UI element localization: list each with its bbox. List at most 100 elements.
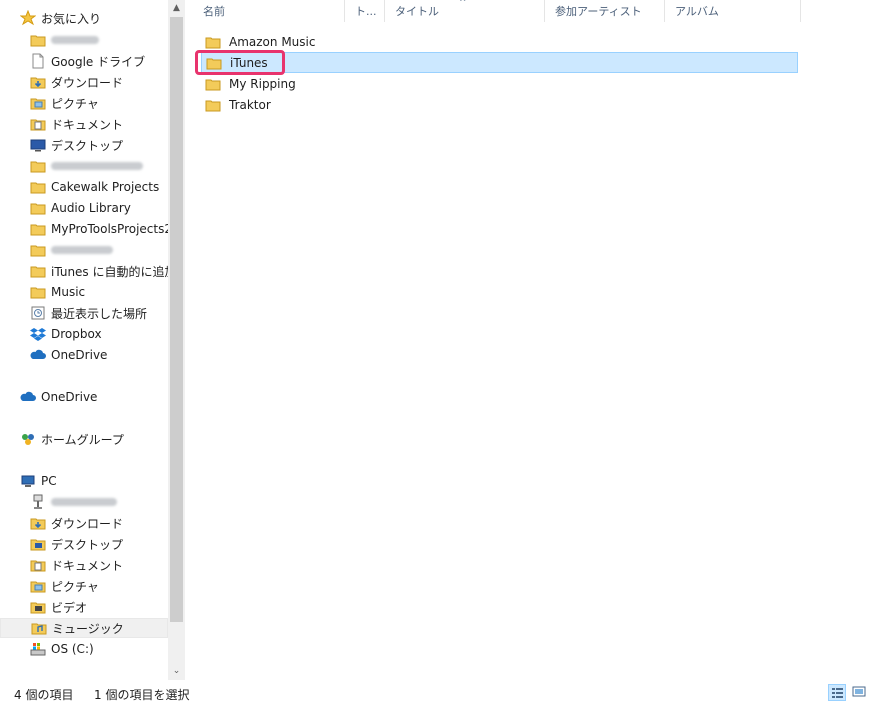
nav-item[interactable]: Google ドライブ <box>0 51 168 71</box>
nav-item[interactable]: ホームグループ <box>0 429 168 449</box>
folder-icon <box>30 32 46 48</box>
column-header[interactable]: アルバム <box>665 0 801 22</box>
item-count-text: 4 個の項目 <box>14 688 74 702</box>
scroll-up-arrow-icon[interactable]: ▲ <box>168 0 185 17</box>
folder-icon <box>30 179 46 195</box>
details-view-button[interactable] <box>828 684 846 701</box>
nav-item[interactable] <box>0 156 168 176</box>
network-pc-icon <box>30 494 46 510</box>
nav-item[interactable]: ピクチャ <box>0 93 168 113</box>
redacted-label <box>51 246 113 254</box>
nav-item-label: ダウンロード <box>51 75 124 90</box>
nav-item-label: ミュージック <box>52 621 124 636</box>
scroll-down-arrow-icon[interactable]: ⌄ <box>168 663 185 680</box>
folder-icon <box>30 221 46 237</box>
column-header[interactable]: ト... <box>345 0 385 22</box>
nav-item-label: 最近表示した場所 <box>51 306 148 321</box>
nav-item[interactable] <box>0 240 168 260</box>
nav-item[interactable]: PC <box>0 471 168 491</box>
nav-item-label: OS (C:) <box>51 642 94 656</box>
pictures-folder-icon <box>30 95 46 111</box>
nav-item[interactable]: iTunes に自動的に追加 <box>0 261 168 281</box>
nav-item-label: iTunes に自動的に追加 <box>51 264 168 279</box>
nav-item-label: お気に入り <box>41 11 102 26</box>
folder-icon <box>205 34 221 50</box>
column-header[interactable]: 参加アーティスト <box>545 0 665 22</box>
nav-item[interactable]: Dropbox <box>0 324 168 344</box>
details-view-icon <box>832 688 843 698</box>
nav-item-label: ビデオ <box>51 600 88 615</box>
file-name: My Ripping <box>229 76 296 91</box>
nav-item[interactable]: OneDrive <box>0 345 168 365</box>
status-bar: 4 個の項目 1 個の項目を選択 <box>0 682 875 704</box>
file-row[interactable]: My Ripping <box>201 73 798 94</box>
nav-item-label: ドキュメント <box>51 117 124 132</box>
pc-icon <box>20 473 36 489</box>
music-folder-icon <box>31 620 47 636</box>
large-icons-view-button[interactable] <box>851 684 869 701</box>
file-row[interactable]: Amazon Music <box>201 31 798 52</box>
downloads-folder-icon <box>30 515 46 531</box>
desktop-folder-icon <box>30 536 46 552</box>
nav-item[interactable]: ミュージック <box>0 618 168 638</box>
navigation-pane: お気に入り Google ドライブ ダウンロード ピクチャ ドキュメント デスクトップ Ca… <box>0 0 168 680</box>
nav-item-label: ピクチャ <box>51 96 99 111</box>
folder-icon <box>30 284 46 300</box>
nav-item[interactable]: お気に入り <box>0 8 168 28</box>
documents-folder-icon <box>30 557 46 573</box>
nav-item[interactable]: ビデオ <box>0 597 168 617</box>
nav-item[interactable]: ダウンロード <box>0 513 168 533</box>
column-header[interactable]: 名前 <box>193 0 345 22</box>
drive-icon <box>30 641 46 657</box>
nav-item[interactable]: ドキュメント <box>0 555 168 575</box>
homegroup-icon <box>20 431 36 447</box>
nav-item-label: ドキュメント <box>51 558 124 573</box>
videos-folder-icon <box>30 599 46 615</box>
nav-item[interactable]: デスクトップ <box>0 534 168 554</box>
nav-item-label: Music <box>51 285 86 299</box>
desktop-icon <box>30 137 46 153</box>
nav-item[interactable] <box>0 30 168 50</box>
nav-item-label: ホームグループ <box>41 432 124 447</box>
recent-places-icon <box>30 305 46 321</box>
nav-item[interactable]: ダウンロード <box>0 72 168 92</box>
redacted-label <box>51 498 117 506</box>
nav-item-label: Dropbox <box>51 327 102 341</box>
nav-item[interactable]: Audio Library <box>0 198 168 218</box>
folder-icon <box>30 200 46 216</box>
nav-item-label: デスクトップ <box>51 138 124 153</box>
nav-item[interactable]: ピクチャ <box>0 576 168 596</box>
selection-count-text: 1 個の項目を選択 <box>94 688 190 702</box>
nav-item[interactable]: Cakewalk Projects <box>0 177 168 197</box>
navigation-scrollbar[interactable]: ▲ ⌄ <box>168 0 185 680</box>
itunes-highlight-annotation <box>195 50 285 75</box>
dropbox-icon <box>30 326 46 342</box>
file-row[interactable]: iTunes <box>201 52 798 73</box>
nav-item[interactable]: デスクトップ <box>0 135 168 155</box>
nav-item-label: Google ドライブ <box>51 54 146 69</box>
nav-item[interactable]: Music <box>0 282 168 302</box>
nav-item[interactable]: OS (C:) <box>0 639 168 659</box>
nav-item[interactable]: OneDrive <box>0 387 168 407</box>
nav-item-label: MyProToolsProjects2 <box>51 222 168 236</box>
redacted-label <box>51 162 143 170</box>
nav-item-label: OneDrive <box>51 348 108 362</box>
nav-item-label: ダウンロード <box>51 516 124 531</box>
nav-item[interactable]: 最近表示した場所 <box>0 303 168 323</box>
folder-icon <box>30 242 46 258</box>
onedrive-icon <box>30 347 46 363</box>
nav-item[interactable]: ドキュメント <box>0 114 168 134</box>
scrollbar-thumb[interactable] <box>170 17 183 622</box>
column-header[interactable]: タイトル <box>385 0 545 22</box>
document-icon <box>30 53 46 69</box>
folder-icon <box>205 97 221 113</box>
nav-item[interactable]: MyProToolsProjects2 <box>0 219 168 239</box>
file-name: Amazon Music <box>229 34 316 49</box>
file-row[interactable]: Traktor <box>201 94 798 115</box>
folder-icon <box>30 263 46 279</box>
nav-item-label: ピクチャ <box>51 579 99 594</box>
column-header-row: ^ 名前 ト... タイトル 参加アーティスト アルバム <box>193 0 801 22</box>
onedrive-icon <box>20 389 36 405</box>
nav-item-label: OneDrive <box>41 390 98 404</box>
nav-item[interactable] <box>0 492 168 512</box>
